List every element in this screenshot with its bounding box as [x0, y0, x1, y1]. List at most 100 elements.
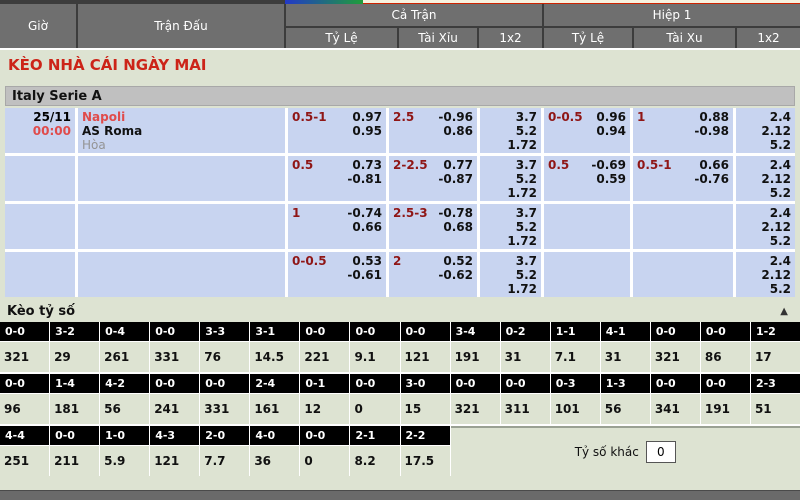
odds-value[interactable]: 5.2	[484, 124, 537, 138]
odds-value[interactable]: 2.12	[740, 124, 791, 138]
score-odds-cell[interactable]: 76	[200, 342, 249, 372]
odds-value[interactable]: -0.96	[438, 110, 473, 124]
odds-value[interactable]: 0.94	[596, 124, 626, 138]
score-odds-cell[interactable]: 12	[300, 394, 349, 424]
score-odds-cell[interactable]: 86	[701, 342, 750, 372]
odds-value[interactable]: -0.81	[347, 172, 382, 186]
match-cell[interactable]	[78, 156, 285, 201]
score-odds-cell[interactable]: 101	[551, 394, 600, 424]
match-cell[interactable]	[78, 252, 285, 297]
odds-value[interactable]: -0.87	[438, 172, 473, 186]
odds-value[interactable]: -0.62	[438, 268, 473, 282]
score-odds-cell[interactable]: 121	[150, 446, 199, 476]
score-odds-cell[interactable]: 321	[0, 342, 49, 372]
score-odds-cell[interactable]: 0	[300, 446, 349, 476]
score-odds-cell[interactable]: 7.7	[200, 446, 249, 476]
odds-value[interactable]: 0.68	[438, 220, 473, 234]
score-odds-cell[interactable]: 15	[401, 394, 450, 424]
score-section-header[interactable]: Kèo tỷ số ▲	[0, 300, 800, 322]
score-odds-cell[interactable]: 191	[451, 342, 500, 372]
odds-value[interactable]: 5.2	[740, 186, 791, 200]
odds-value[interactable]: 5.2	[740, 138, 791, 152]
score-odds-cell[interactable]: 321	[451, 394, 500, 424]
odds-value[interactable]: 0.88	[694, 110, 729, 124]
score-odds-cell[interactable]: 96	[0, 394, 49, 424]
odds-value[interactable]: 2.12	[740, 172, 791, 186]
odds-value[interactable]: 0.53	[347, 254, 382, 268]
odds-value[interactable]: 1.72	[484, 138, 537, 152]
odds-value[interactable]: 0.97	[352, 110, 382, 124]
score-odds-cell[interactable]: 51	[751, 394, 800, 424]
score-odds-cell[interactable]: 31	[601, 342, 650, 372]
odds-value[interactable]: 0.95	[352, 124, 382, 138]
odds-value[interactable]: 1.72	[484, 186, 537, 200]
score-odds-cell[interactable]: 17	[751, 342, 800, 372]
odds-value[interactable]: 0.59	[591, 172, 626, 186]
odds-value[interactable]: 0.66	[347, 220, 382, 234]
ft-1x2-cell: 3.75.21.72	[480, 252, 541, 297]
score-label-cell: 0-2	[501, 322, 550, 341]
odds-value[interactable]: 3.7	[484, 158, 537, 172]
odds-value[interactable]: -0.61	[347, 268, 382, 282]
odds-value[interactable]: 3.7	[484, 110, 537, 124]
odds-value[interactable]: 0.96	[596, 110, 626, 124]
score-odds-cell[interactable]: 31	[501, 342, 550, 372]
odds-value[interactable]: 3.7	[484, 254, 537, 268]
score-odds-cell[interactable]: 29	[50, 342, 99, 372]
odds-value[interactable]: 0.77	[438, 158, 473, 172]
odds-value[interactable]: 5.2	[740, 282, 791, 296]
score-odds-cell[interactable]: 211	[50, 446, 99, 476]
odds-value[interactable]: 2.4	[740, 158, 791, 172]
score-odds-cell[interactable]: 7.1	[551, 342, 600, 372]
score-odds-cell[interactable]: 181	[50, 394, 99, 424]
score-odds-cell[interactable]: 321	[651, 342, 700, 372]
score-odds-cell[interactable]: 121	[401, 342, 450, 372]
column-header-firsthalf: Hiệp 1	[544, 4, 800, 26]
match-cell[interactable]: NapoliAS RomaHòa	[78, 108, 285, 153]
odds-value[interactable]: 0.52	[438, 254, 473, 268]
odds-value[interactable]: 5.2	[484, 172, 537, 186]
collapse-arrow-icon[interactable]: ▲	[780, 306, 788, 317]
odds-value[interactable]: 2.4	[740, 206, 791, 220]
score-odds-cell[interactable]: 331	[150, 342, 199, 372]
score-odds-cell[interactable]: 261	[100, 342, 149, 372]
match-cell[interactable]	[78, 204, 285, 249]
odds-value[interactable]: -0.78	[438, 206, 473, 220]
odds-value[interactable]: 0.73	[347, 158, 382, 172]
odds-value[interactable]: 5.2	[484, 220, 537, 234]
score-odds-cell[interactable]: 36	[250, 446, 299, 476]
score-odds-cell[interactable]: 191	[701, 394, 750, 424]
odds-value[interactable]: 3.7	[484, 206, 537, 220]
score-odds-cell[interactable]: 14.5	[250, 342, 299, 372]
odds-value[interactable]: -0.98	[694, 124, 729, 138]
odds-value[interactable]: -0.76	[694, 172, 729, 186]
score-odds-cell[interactable]: 331	[200, 394, 249, 424]
odds-value[interactable]: 5.2	[484, 268, 537, 282]
odds-value[interactable]: 2.12	[740, 220, 791, 234]
odds-value[interactable]: 0.66	[694, 158, 729, 172]
odds-value[interactable]: -0.69	[591, 158, 626, 172]
score-odds-cell[interactable]: 56	[100, 394, 149, 424]
score-odds-cell[interactable]: 161	[250, 394, 299, 424]
odds-value[interactable]: 1.72	[484, 234, 537, 248]
other-score-input[interactable]	[646, 441, 676, 463]
score-odds-cell[interactable]: 311	[501, 394, 550, 424]
score-odds-cell[interactable]: 221	[300, 342, 349, 372]
score-odds-cell[interactable]: 0	[350, 394, 399, 424]
odds-value[interactable]: -0.74	[347, 206, 382, 220]
score-odds-cell[interactable]: 8.2	[350, 446, 399, 476]
odds-value[interactable]: 2.12	[740, 268, 791, 282]
score-odds-cell[interactable]: 241	[150, 394, 199, 424]
score-odds-cell[interactable]: 341	[651, 394, 700, 424]
odds-value[interactable]: 0.86	[438, 124, 473, 138]
odds-value[interactable]: 2.4	[740, 254, 791, 268]
score-odds-cell[interactable]: 9.1	[350, 342, 399, 372]
odds-value[interactable]: 2.4	[740, 110, 791, 124]
score-odds-cell[interactable]: 56	[601, 394, 650, 424]
score-odds-cell[interactable]: 17.5	[401, 446, 450, 476]
score-odds-cell[interactable]: 5.9	[100, 446, 149, 476]
odds-value[interactable]: 5.2	[740, 234, 791, 248]
score-label-cell: 3-0	[401, 374, 450, 393]
odds-value[interactable]: 1.72	[484, 282, 537, 296]
score-odds-cell[interactable]: 251	[0, 446, 49, 476]
